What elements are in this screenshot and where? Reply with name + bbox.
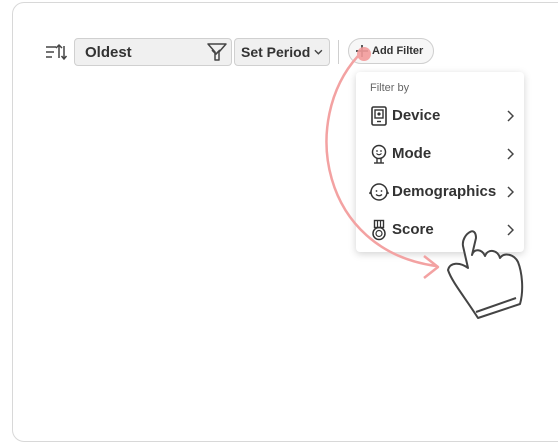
- face-icon: [369, 183, 389, 201]
- filter-menu-header: Filter by: [370, 82, 410, 94]
- click-indicator-dot: [357, 47, 371, 61]
- menu-item-label: Score: [392, 221, 434, 238]
- filter-icon: [207, 43, 227, 61]
- period-select[interactable]: Set Period: [234, 38, 330, 66]
- menu-item-label: Device: [392, 107, 441, 124]
- menu-item-demographics[interactable]: Demographics: [356, 174, 524, 210]
- menu-item-label: Demographics: [392, 183, 497, 200]
- sort-icon[interactable]: [44, 42, 68, 62]
- toolbar-divider: [338, 40, 339, 64]
- chevron-right-icon: [507, 110, 514, 122]
- menu-item-mode[interactable]: Mode: [356, 136, 524, 172]
- chevron-down-icon: [314, 49, 323, 55]
- menu-item-device[interactable]: Device: [356, 98, 524, 134]
- add-filter-label: Add Filter: [372, 45, 424, 57]
- mode-icon: [371, 144, 387, 164]
- menu-item-label: Mode: [392, 145, 432, 162]
- chevron-right-icon: [507, 224, 514, 236]
- menu-item-score[interactable]: Score: [356, 212, 524, 248]
- device-icon: [371, 106, 387, 126]
- chevron-right-icon: [507, 148, 514, 160]
- sort-select-value: Oldest: [85, 43, 132, 61]
- medal-icon: [372, 219, 386, 241]
- filter-dropdown-menu: Filter by Device Mode Demographics Score: [356, 72, 524, 252]
- chevron-right-icon: [507, 186, 514, 198]
- add-filter-button[interactable]: Add Filter: [348, 38, 434, 64]
- period-select-label: Set Period: [241, 44, 311, 60]
